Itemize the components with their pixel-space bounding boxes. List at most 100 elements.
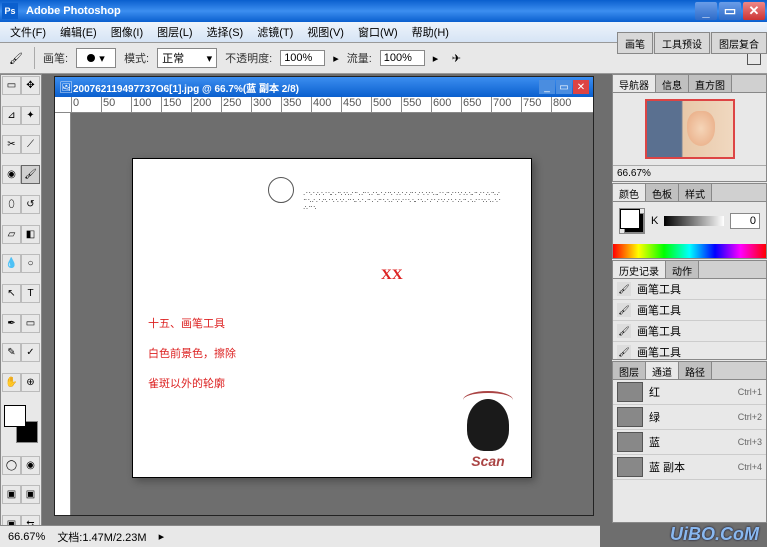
tab-layers[interactable]: 图层 [613,362,646,379]
color-swatch[interactable] [619,208,645,234]
status-arrow-icon[interactable]: ▸ [159,530,165,543]
tab-tool-presets[interactable]: 工具预设 [654,32,710,54]
tab-brushes[interactable]: 画笔 [617,32,653,54]
document-titlebar[interactable]: 🖼 200762119497737O6[1].jpg @ 66.7%(蓝 副本 … [55,77,593,97]
brush-tool-icon[interactable]: 🖌 [6,48,26,68]
window-close-button[interactable]: ✕ [743,2,765,20]
tool-heal[interactable]: ◉ [2,165,21,184]
window-minimize-button[interactable]: _ [695,2,717,20]
tab-channels[interactable]: 通道 [646,362,679,379]
tool-gradient[interactable]: ◧ [21,225,40,244]
tab-layer-comps[interactable]: 图层复合 [711,32,767,54]
opacity-dropdown-icon[interactable]: ▸ [333,52,339,65]
channel-row[interactable]: 蓝Ctrl+3 [613,430,766,455]
tool-dodge[interactable]: ○ [21,254,40,273]
channel-row[interactable]: 蓝 副本Ctrl+4 [613,455,766,480]
doc-close-button[interactable]: ✕ [573,80,589,94]
foreground-color[interactable] [4,405,26,427]
tool-path[interactable]: ↖ [2,284,21,303]
artwork-canvas[interactable]: . · ·. · .·. ·. · ·..· . ··. ·.·. .· ·· … [132,158,532,478]
tool-pen[interactable]: ✒ [2,314,21,333]
opacity-input[interactable]: 100% [280,50,325,66]
screen-full-menu[interactable]: ▣ [21,485,40,504]
tool-move[interactable]: ✥ [21,76,40,95]
tool-zoom[interactable]: ⊕ [21,373,40,392]
doc-minimize-button[interactable]: _ [539,80,555,94]
airbrush-icon[interactable]: ✈ [446,48,466,68]
tool-history-brush[interactable]: ↺ [21,195,40,214]
history-item[interactable]: 🖌画笔工具 [613,279,766,300]
channel-thumb [617,382,643,402]
tab-swatches[interactable]: 色板 [646,184,679,201]
zoom-level[interactable]: 66.67% [8,531,45,543]
navigator-panel: 导航器 信息 直方图 66.67% [612,74,767,182]
menu-edit[interactable]: 编辑(E) [54,22,103,42]
tab-actions[interactable]: 动作 [666,261,699,278]
history-item[interactable]: 🖌画笔工具 [613,300,766,321]
tool-stamp[interactable]: ⬯ [2,195,21,214]
k-slider[interactable] [664,216,724,226]
flow-dropdown-icon[interactable]: ▸ [433,52,439,65]
ruler-vertical[interactable] [55,113,71,515]
tool-type[interactable]: T [21,284,40,303]
tool-lasso[interactable]: ⊿ [2,106,21,125]
tool-shape[interactable]: ▭ [21,314,40,333]
menu-layer[interactable]: 图层(L) [151,22,198,42]
tab-styles[interactable]: 样式 [679,184,712,201]
blend-mode-select[interactable]: 正常▾ [157,48,217,68]
channel-thumb [617,457,643,477]
quickmask-off[interactable]: ◯ [2,456,21,475]
tool-notes[interactable]: ✎ [2,343,21,362]
tool-eyedrop[interactable]: ✓ [21,343,40,362]
menu-help[interactable]: 帮助(H) [406,22,455,42]
k-value-input[interactable]: 0 [730,213,760,229]
tab-color[interactable]: 颜色 [613,184,646,201]
channel-thumb [617,432,643,452]
tool-crop[interactable]: ✂ [2,135,21,154]
doc-maximize-button[interactable]: ▭ [556,80,572,94]
brush-preset-picker[interactable]: ▾ [76,48,116,68]
channel-row[interactable]: 红Ctrl+1 [613,380,766,405]
tool-marquee[interactable]: ▭ [2,76,21,95]
color-spectrum[interactable] [613,244,766,258]
document-window: 🖼 200762119497737O6[1].jpg @ 66.7%(蓝 副本 … [54,76,594,516]
foreground-background-colors[interactable] [4,405,38,443]
brush-cursor-icon [268,177,294,203]
docked-panel-tabs: 画笔 工具预设 图层复合 [617,32,767,54]
menu-image[interactable]: 图像(I) [105,22,149,42]
tool-eraser[interactable]: ▱ [2,225,21,244]
menu-view[interactable]: 视图(V) [301,22,350,42]
ruler-horizontal[interactable]: 0501001502002503003504004505005506006507… [55,97,593,113]
doc-size-label[interactable]: 文档:1.47M/2.23M [57,529,146,545]
tool-wand[interactable]: ✦ [21,106,40,125]
screen-standard[interactable]: ▣ [2,485,21,504]
canvas-area: 🖼 200762119497737O6[1].jpg @ 66.7%(蓝 副本 … [42,74,767,547]
xx-annotation: XX [381,267,403,284]
tab-info[interactable]: 信息 [656,75,689,92]
canvas-viewport[interactable]: . · ·. · .·. ·. · ·..· . ··. ·.·. .· ·· … [71,113,593,515]
panels-dock: 导航器 信息 直方图 66.67% 颜色 色板 样式 K [612,74,767,523]
menu-file[interactable]: 文件(F) [4,22,52,42]
tab-histogram[interactable]: 直方图 [689,75,732,92]
quickmask-on[interactable]: ◉ [21,456,40,475]
window-maximize-button[interactable]: ▭ [719,2,741,20]
toolbox: ▭ ✥ ⊿ ✦ ✂ ⟋ ◉ 🖌 ⬯ ↺ ▱ ◧ 💧 ○ ↖ T ✒ ▭ ✎ ✓ … [0,74,42,547]
menu-filter[interactable]: 滤镜(T) [251,22,299,42]
tool-blur[interactable]: 💧 [2,254,21,273]
tab-paths[interactable]: 路径 [679,362,712,379]
tool-brush[interactable]: 🖌 [21,165,40,184]
tool-slice[interactable]: ⟋ [21,135,40,154]
menu-select[interactable]: 选择(S) [201,22,250,42]
navigator-thumbnail[interactable] [645,99,735,159]
tab-history[interactable]: 历史记录 [613,261,666,278]
menu-window[interactable]: 窗口(W) [352,22,404,42]
tab-navigator[interactable]: 导航器 [613,75,656,92]
app-titlebar: Ps Adobe Photoshop _ ▭ ✕ [0,0,767,22]
navigator-zoom[interactable]: 66.67% [613,165,766,181]
tool-hand[interactable]: ✋ [2,373,21,392]
opacity-label: 不透明度: [225,50,272,66]
history-item[interactable]: 🖌画笔工具 [613,321,766,342]
history-item[interactable]: 🖌画笔工具 [613,342,766,359]
channel-row[interactable]: 绿Ctrl+2 [613,405,766,430]
flow-input[interactable]: 100% [380,50,425,66]
